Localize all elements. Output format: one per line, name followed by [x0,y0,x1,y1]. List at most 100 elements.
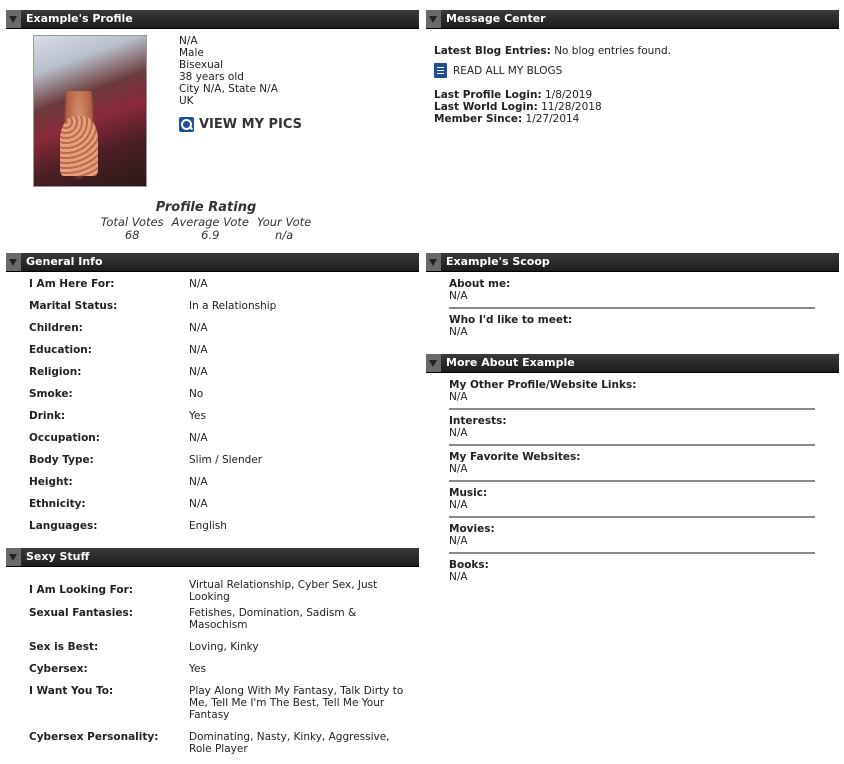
more-about-item-value: N/A [449,391,468,403]
message-center-header[interactable]: Message Center [426,10,839,29]
field-value: N/A [189,366,208,378]
read-all-label: READ ALL MY BLOGS [453,64,563,77]
more-about-item-title: Movies: [449,523,495,535]
divider [449,480,815,482]
more-about-item-title: My Other Profile/Website Links: [449,379,637,391]
triangle-down-icon [429,360,437,367]
field-label: Smoke: [29,388,73,400]
profile-header[interactable]: Example's Profile [6,10,419,29]
more-about-item-title: My Favorite Websites: [449,451,581,463]
more-about-item-value: N/A [449,571,468,583]
more-about-item-value: N/A [449,535,468,547]
sexy-stuff-section: Sexy Stuff I Am Looking For: Virtual Rela… [6,548,419,755]
more-about-item-value: N/A [449,463,468,475]
bio-line: N/A [179,35,198,47]
triangle-down-icon [9,16,17,23]
field-value: N/A [189,344,208,356]
scoop-item-value: N/A [449,290,468,302]
field-label: I Am Here For: [29,278,115,290]
read-all-blogs-link[interactable]: READ ALL MY BLOGS [434,63,562,78]
field-label: Religion: [29,366,82,378]
scoop-item-title: Who I'd like to meet: [449,314,573,326]
view-pics-link[interactable]: VIEW MY PICS [179,117,302,132]
rating-value: 68 [124,228,140,242]
latest-blog-value: No blog entries found. [554,45,671,57]
more-about-item: Music: N/A [449,487,815,518]
collapse-toggle[interactable] [426,10,441,28]
general-info-section: General Info I Am Here For: N/A Marital St… [6,253,419,532]
more-about-item: Books: N/A [449,559,815,583]
divider [449,444,815,446]
latest-blog-row: Latest Blog Entries: No blog entries fou… [434,45,671,57]
scoop-title: Example's Scoop [446,255,550,268]
photo-dress [60,116,98,176]
latest-blog-label: Latest Blog Entries: [434,45,551,57]
more-about-section: More About Example My Other Profile/Webs… [426,354,839,583]
rating-title: Profile Rating [155,200,257,215]
view-pics-label: VIEW MY PICS [199,117,303,132]
scoop-item-about: About me: N/A [449,278,815,309]
rating-value[interactable]: n/a [253,229,315,242]
sexy-stuff-header[interactable]: Sexy Stuff [6,548,419,567]
rating-table: Total Votes Average Vote Your Vote 68 6.… [97,216,316,242]
rating-value: 6.9 [201,228,220,242]
collapse-toggle[interactable] [6,548,21,566]
more-about-item-title: Books: [449,559,489,571]
more-about-item-title: Music: [449,487,488,499]
profile-photo[interactable] [33,35,147,187]
document-icon [434,63,447,78]
triangle-down-icon [9,554,17,561]
profile-rating: Profile Rating Total Votes Average Vote … [6,200,406,242]
divider [449,408,815,410]
scoop-item-meet: Who I'd like to meet: N/A [449,314,815,338]
field-label: Drink: [29,410,66,422]
more-about-item: My Favorite Websites: N/A [449,451,815,482]
field-value: N/A [189,278,208,290]
triangle-down-icon [9,259,17,266]
more-about-item: Interests: N/A [449,415,815,446]
field-value: Play Along With My Fantasy, Talk Dirty t… [189,685,404,721]
scoop-header[interactable]: Example's Scoop [426,253,839,272]
collapse-toggle[interactable] [426,253,441,271]
general-info-header[interactable]: General Info [6,253,419,272]
last-profile-login-row: Last Profile Login: 1/8/2019 [434,89,592,101]
field-label: Ethnicity: [29,498,86,510]
field-value: Virtual Relationship, Cyber Sex, Just Lo… [189,579,378,603]
field-label: Sexual Fantasies: [29,607,133,619]
field-value: N/A [189,498,208,510]
field-label: Cybersex Personality: [29,731,159,743]
last-world-login-value: 11/28/2018 [541,101,602,113]
general-info-title: General Info [26,255,103,268]
bio-line: Male [179,47,204,59]
more-about-item-value: N/A [449,427,468,439]
field-value: In a Relationship [189,300,277,312]
member-since-row: Member Since: 1/27/2014 [434,113,579,125]
field-label: I Want You To: [29,685,114,697]
right-column: Message Center Latest Blog Entries: No b… [426,10,839,583]
field-value: Fetishes, Domination, Sadism & Masochism [189,607,357,631]
collapse-toggle[interactable] [6,253,21,271]
scoop-item-title: About me: [449,278,511,290]
collapse-toggle[interactable] [6,10,21,28]
more-about-header[interactable]: More About Example [426,354,839,373]
message-center-title: Message Center [446,12,546,25]
last-profile-login-value: 1/8/2019 [544,89,593,101]
field-value: English [189,520,227,532]
divider [449,552,815,554]
profile-bio: N/A Male Bisexual 38 years old City N/A,… [179,35,278,107]
last-world-login-row: Last World Login: 11/28/2018 [434,101,602,113]
member-since-label: Member Since: [434,113,523,125]
member-since-value: 1/27/2014 [525,113,580,125]
field-label: Education: [29,344,92,356]
field-value: No [189,388,204,400]
field-value: Loving, Kinky [189,641,259,653]
field-label: Height: [29,476,73,488]
zoom-in-icon [179,117,194,132]
field-value: Yes [189,663,206,675]
collapse-toggle[interactable] [426,354,441,372]
field-label: Body Type: [29,454,94,466]
bio-line: Bisexual [179,59,224,71]
scoop-section: Example's Scoop About me: N/A Who I'd li… [426,253,839,338]
field-label: Cybersex: [29,663,88,675]
last-world-login-label: Last World Login: [434,101,538,113]
